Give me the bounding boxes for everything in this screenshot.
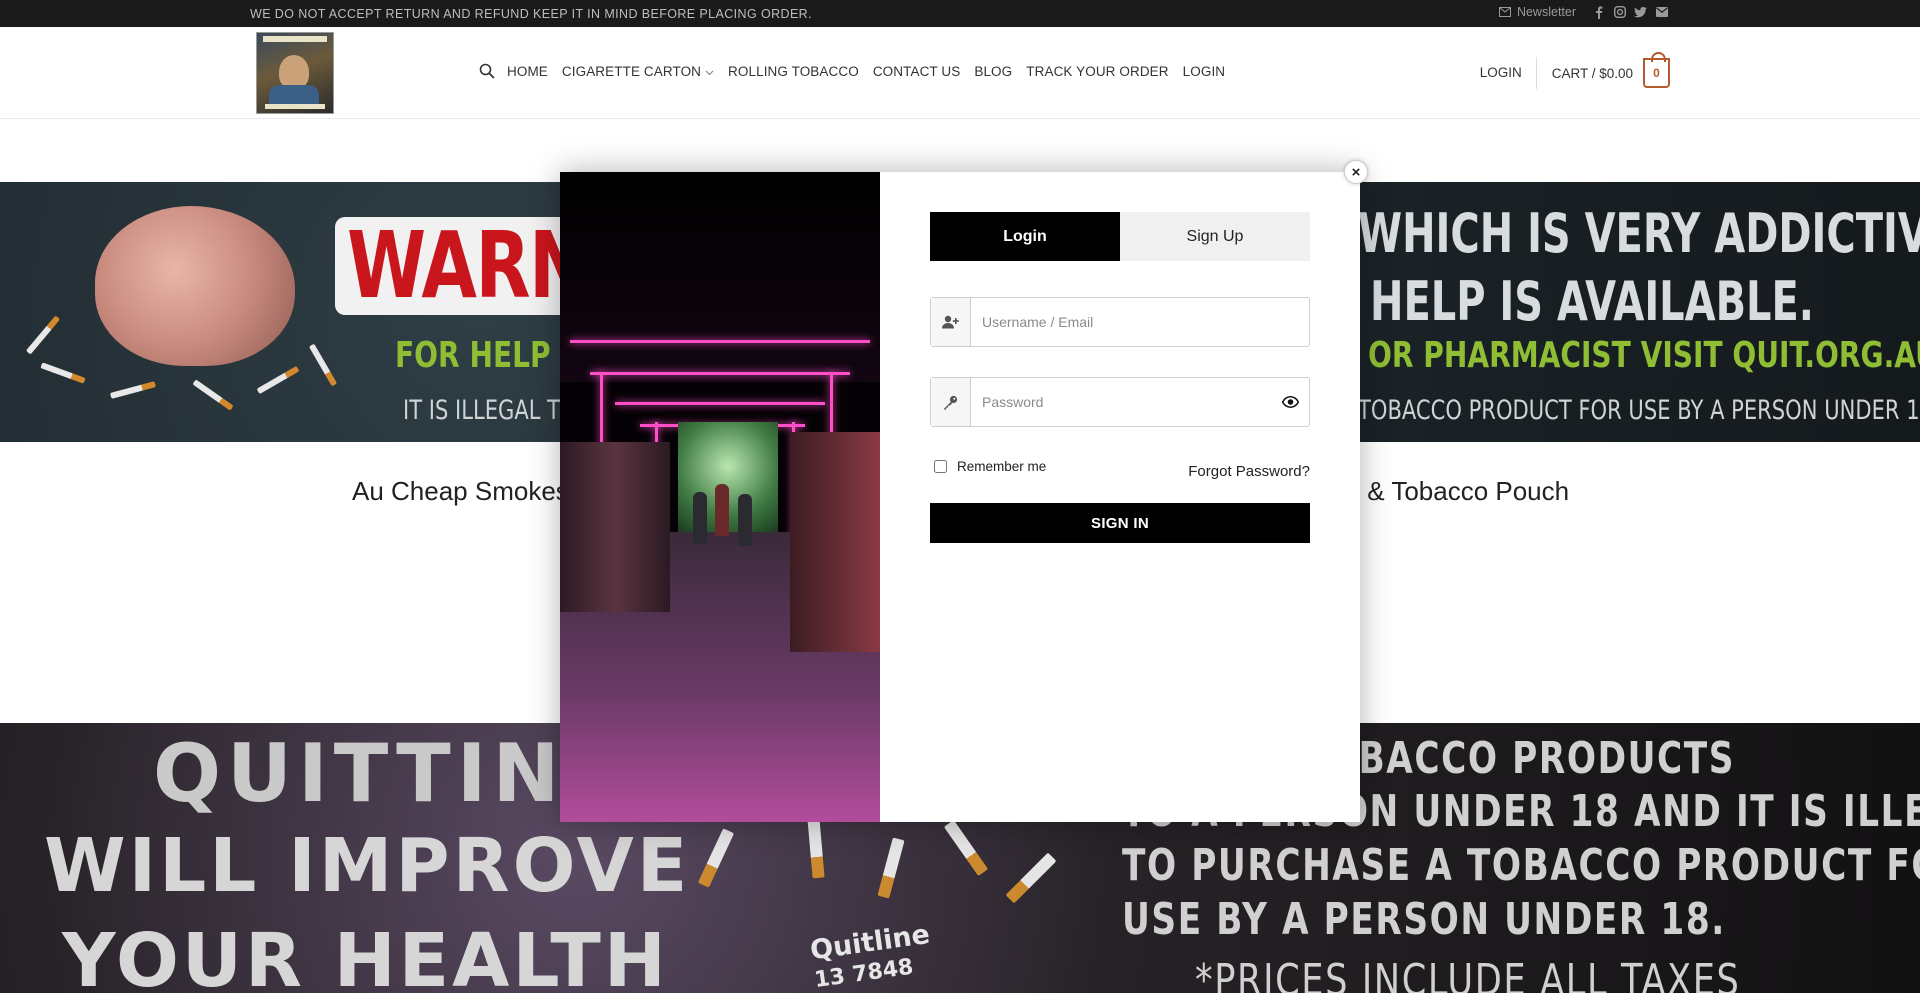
shopper: [693, 492, 707, 544]
mail-icon[interactable]: [1655, 6, 1668, 19]
top-notice: WE DO NOT ACCEPT RETURN AND REFUND KEEP …: [250, 7, 812, 21]
cart-count-badge[interactable]: 0: [1643, 52, 1670, 88]
login-modal: Login Sign Up Remember me Forgot Passwor…: [560, 172, 1360, 822]
nav-home-label: HOME: [507, 63, 548, 79]
nav-cigarette-carton-label: CIGARETTE CARTON: [561, 63, 702, 79]
cigarette-stub: [1005, 852, 1057, 904]
banner-right-line-2: HELP IS AVAILABLE.: [1370, 270, 1814, 333]
facebook-icon[interactable]: [1592, 6, 1605, 19]
remember-me-label: Remember me: [957, 459, 1047, 474]
clothing-rack-right: [790, 432, 880, 652]
heading-right: s & Tobacco Pouch: [1347, 476, 1570, 506]
eye-icon[interactable]: [1271, 378, 1309, 426]
site-header: HOME CIGARETTE CARTON ROLLING TOBACCO CO…: [0, 27, 1920, 119]
nav-contact-us-label: CONTACT US: [872, 63, 961, 79]
tab-login[interactable]: Login: [930, 212, 1120, 261]
banner-right-line-3: OR PHARMACIST VISIT QUIT.ORG.AU: [1368, 335, 1920, 376]
nav-rolling-tobacco-label: ROLLING TOBACCO: [728, 63, 859, 79]
nav-cigarette-carton[interactable]: CIGARETTE CARTON: [562, 64, 714, 79]
nav-home[interactable]: HOME: [507, 64, 548, 79]
chevron-down-icon: [705, 64, 714, 79]
neon-light: [615, 402, 825, 405]
user-plus-icon: [931, 298, 971, 346]
password-field: [930, 377, 1310, 427]
site-logo[interactable]: [256, 32, 334, 114]
quitline-logo: Quitline 13 7848: [808, 919, 936, 993]
main-nav: HOME CIGARETTE CARTON ROLLING TOBACCO CO…: [479, 63, 1239, 79]
store-interior-image: [560, 172, 880, 822]
instagram-icon[interactable]: [1613, 6, 1626, 19]
cigarette-butt: [256, 365, 300, 395]
logo-top-strip: [263, 36, 327, 42]
banner-right-line-1: WHICH IS VERY ADDICTIVE.: [1358, 202, 1920, 265]
cigarette-stub: [807, 817, 825, 879]
newsletter-link[interactable]: Newsletter: [1499, 5, 1576, 19]
remember-me-checkbox[interactable]: [934, 460, 947, 473]
heading-left: Au Cheap Smokes: [352, 476, 569, 506]
close-modal-button[interactable]: ×: [1344, 160, 1368, 184]
banner-right-line-4: TOBACCO PRODUCT FOR USE BY A PERSON UNDE…: [1358, 395, 1920, 426]
auth-tabs: Login Sign Up: [930, 212, 1310, 261]
header-account: LOGIN CART / $0.00 0: [1480, 52, 1670, 93]
key-icon: [931, 378, 971, 426]
cigarette-stub: [943, 819, 989, 877]
top-social: Newsletter: [1499, 5, 1668, 19]
quit-right-4: USE BY A PERSON UNDER 18.: [1122, 894, 1726, 945]
twitter-icon[interactable]: [1634, 6, 1647, 19]
nav-contact-us[interactable]: CONTACT US: [873, 64, 961, 79]
clothing-rack: [560, 442, 670, 612]
quit-line-2: WILL IMPROVE: [44, 823, 691, 909]
image-ceiling: [560, 172, 880, 382]
nav-blog-label: BLOG: [974, 63, 1013, 79]
quit-right-5: *PRICES INCLUDE ALL TAXES: [1195, 955, 1741, 993]
login-form: Login Sign Up Remember me Forgot Passwor…: [880, 172, 1360, 822]
envelope-icon: [1499, 6, 1512, 19]
neon-light: [590, 372, 850, 375]
tab-signup[interactable]: Sign Up: [1120, 212, 1310, 261]
cigarette-stubs: [680, 817, 1080, 928]
brain-image: [95, 206, 295, 366]
username-input[interactable]: [971, 298, 1309, 346]
forgot-password-link[interactable]: Forgot Password?: [1188, 463, 1310, 480]
quit-right-3: TO PURCHASE A TOBACCO PRODUCT FOR: [1122, 840, 1920, 891]
cigarette-butt: [308, 343, 338, 387]
cigarette-butt: [40, 362, 86, 384]
nav-login[interactable]: LOGIN: [1183, 64, 1226, 79]
remember-me[interactable]: Remember me: [930, 459, 1046, 474]
cigarette-butt: [25, 315, 61, 355]
neon-light: [570, 340, 870, 343]
warning-word: WARN: [347, 217, 585, 315]
banner-illegal-left: IT IS ILLEGAL TO: [403, 395, 577, 426]
nav-track-order[interactable]: TRACK YOUR ORDER: [1026, 64, 1168, 79]
cart-link[interactable]: CART / $0.00: [1552, 66, 1633, 81]
sign-in-button[interactable]: SIGN IN: [930, 503, 1310, 543]
warning-box: WARN: [335, 217, 585, 315]
cigarette-butt: [110, 381, 156, 399]
logo-bottom-strip: [265, 104, 325, 109]
cigarette-stub: [697, 828, 735, 888]
shopper: [738, 494, 752, 546]
shopper: [715, 484, 729, 536]
quit-line-3: YOUR HEALTH: [62, 918, 669, 993]
password-input[interactable]: [971, 378, 1271, 426]
newsletter-label: Newsletter: [1516, 5, 1576, 19]
header-login-link[interactable]: LOGIN: [1480, 57, 1537, 89]
top-bar: WE DO NOT ACCEPT RETURN AND REFUND KEEP …: [0, 0, 1920, 27]
nav-track-order-label: TRACK YOUR ORDER: [1026, 63, 1169, 79]
nav-rolling-tobacco[interactable]: ROLLING TOBACCO: [728, 64, 859, 79]
logo-face: [279, 55, 309, 89]
nav-login-label: LOGIN: [1182, 63, 1226, 79]
cigarette-stub: [877, 837, 905, 899]
search-icon[interactable]: [479, 63, 495, 79]
nav-blog[interactable]: BLOG: [974, 64, 1012, 79]
username-field: [930, 297, 1310, 347]
cigarette-butt: [192, 379, 234, 411]
